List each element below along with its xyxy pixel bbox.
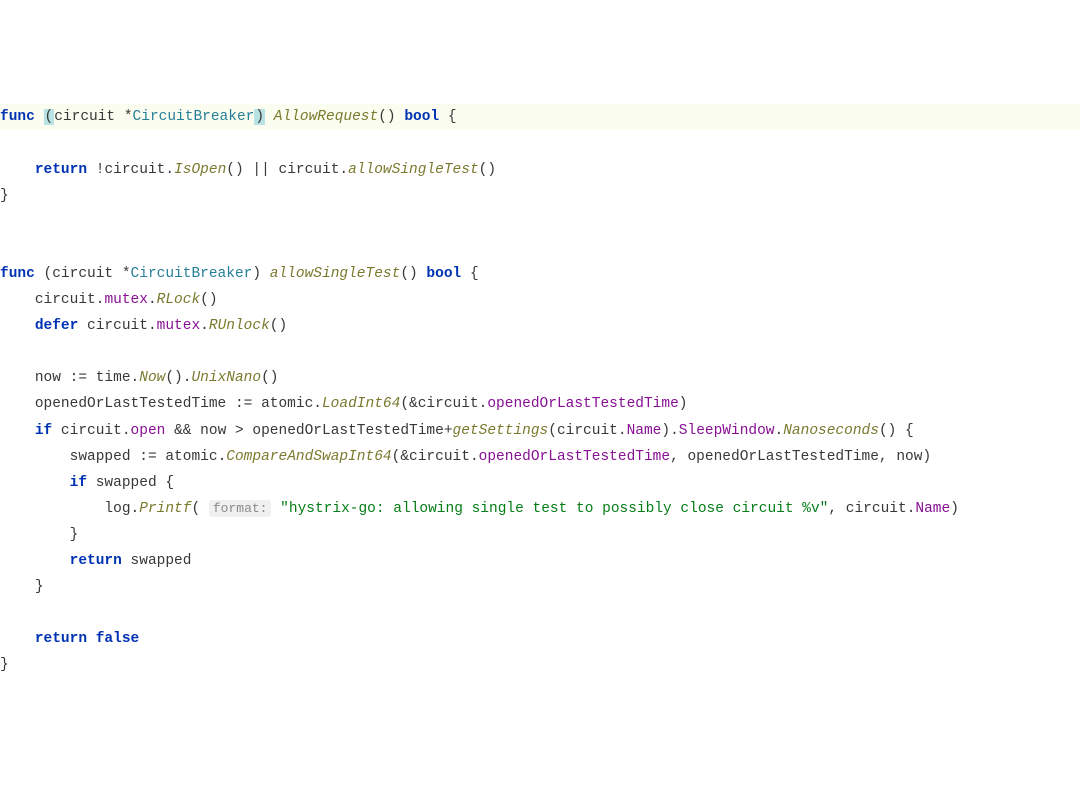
return-type: bool — [404, 109, 439, 125]
code-editor[interactable]: func (circuit *CircuitBreaker) AllowRequ… — [0, 104, 1080, 678]
keyword-defer: defer — [35, 318, 79, 334]
keyword-false: false — [96, 631, 140, 647]
parens: () — [378, 109, 395, 125]
rbrace: } — [70, 527, 79, 543]
code-line-highlighted: func (circuit *CircuitBreaker) AllowRequ… — [0, 104, 1080, 130]
field: mutex — [104, 292, 148, 308]
keyword-return: return — [35, 162, 87, 178]
paren-highlight: ) — [254, 109, 265, 125]
rbrace: } — [0, 657, 9, 673]
method-call: RLock — [157, 292, 201, 308]
function-name: AllowRequest — [274, 109, 378, 125]
type-name: CircuitBreaker — [131, 266, 253, 282]
lbrace: { — [448, 109, 457, 125]
receiver-name: circuit — [54, 109, 115, 125]
function-name: allowSingleTest — [270, 266, 401, 282]
method-call: IsOpen — [174, 162, 226, 178]
variable: openedOrLastTestedTime — [35, 396, 226, 412]
keyword-func: func — [0, 266, 35, 282]
type-name: CircuitBreaker — [133, 109, 255, 125]
keyword-return: return — [70, 553, 122, 569]
paren-highlight: ( — [44, 109, 55, 125]
string-literal: "hystrix-go: allowing single test to pos… — [280, 501, 828, 517]
keyword-if: if — [70, 475, 87, 491]
method-call: allowSingleTest — [348, 162, 479, 178]
variable: swapped — [70, 449, 131, 465]
pointer-star: * — [124, 109, 133, 125]
parameter-hint: format: — [209, 500, 272, 517]
variable: now — [35, 370, 61, 386]
rbrace: } — [35, 579, 44, 595]
keyword-return: return — [35, 631, 87, 647]
rbrace: } — [0, 188, 9, 204]
keyword-if: if — [35, 423, 52, 439]
keyword-func: func — [0, 109, 35, 125]
